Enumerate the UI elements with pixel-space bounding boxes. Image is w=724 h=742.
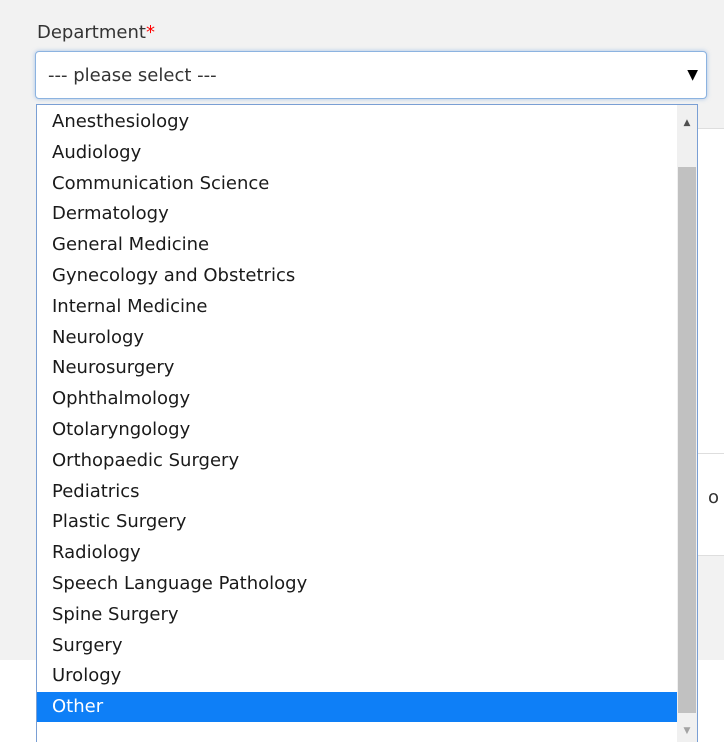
option-item[interactable]: Neurology — [37, 323, 677, 353]
option-item[interactable]: Anesthesiology — [37, 107, 677, 137]
options-scrollbar[interactable]: ▲ ▼ — [677, 105, 697, 742]
department-select-value: --- please select --- — [48, 65, 217, 86]
required-marker: * — [145, 22, 155, 43]
divider — [698, 453, 724, 454]
department-label-text: Department — [37, 22, 146, 43]
divider — [698, 128, 724, 129]
option-item[interactable]: Urology — [37, 661, 677, 691]
option-item[interactable]: Plastic Surgery — [37, 507, 677, 537]
option-item[interactable]: Surgery — [37, 631, 677, 661]
divider — [698, 555, 724, 556]
option-item[interactable]: Spine Surgery — [37, 600, 677, 630]
department-options-list[interactable]: Anesthesiology Audiology Communication Sci… — [36, 104, 698, 742]
scroll-up-arrow-icon[interactable]: ▲ — [677, 113, 697, 133]
option-item[interactable]: General Medicine — [37, 230, 677, 260]
option-item[interactable]: Otolaryngology — [37, 415, 677, 445]
option-item[interactable]: Neurosurgery — [37, 353, 677, 383]
option-item[interactable]: Internal Medicine — [37, 292, 677, 322]
option-item[interactable]: Dermatology — [37, 199, 677, 229]
obscured-background-text: o — [708, 487, 720, 508]
scrollbar-thumb[interactable] — [678, 167, 696, 713]
page: o Department* --- please select --- ▼ An… — [0, 0, 724, 742]
scroll-down-arrow-icon[interactable]: ▼ — [677, 721, 697, 741]
dropdown-arrow-icon: ▼ — [687, 67, 698, 83]
option-item-highlighted[interactable]: Other — [37, 692, 677, 723]
option-item[interactable]: Audiology — [37, 138, 677, 168]
option-item[interactable]: Gynecology and Obstetrics — [37, 261, 677, 291]
department-select[interactable]: --- please select --- ▼ — [35, 51, 707, 99]
option-item[interactable]: Speech Language Pathology — [37, 569, 677, 599]
option-item[interactable]: Communication Science — [37, 169, 677, 199]
option-item[interactable]: Orthopaedic Surgery — [37, 446, 677, 476]
option-item[interactable]: Ophthalmology — [37, 384, 677, 414]
option-item[interactable]: Pediatrics — [37, 477, 677, 507]
option-item[interactable]: Radiology — [37, 538, 677, 568]
department-label: Department* — [37, 22, 155, 43]
